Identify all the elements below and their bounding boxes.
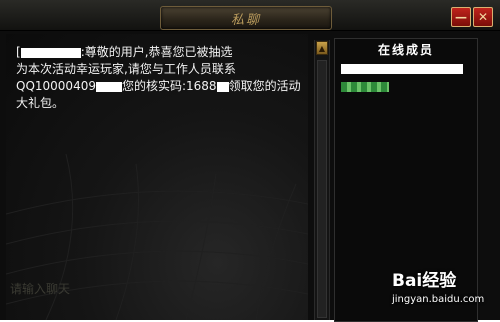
chat-scrollbar[interactable]: ▲ xyxy=(314,40,330,320)
message-line-4: 大礼包。 xyxy=(16,96,65,110)
triangle-up-icon[interactable]: ▲ xyxy=(316,41,328,55)
redacted-sender xyxy=(20,47,81,58)
message-line-3a: QQ10000409 xyxy=(16,79,96,93)
redacted-qq xyxy=(95,81,122,92)
close-button[interactable]: ✕ xyxy=(473,7,493,27)
private-chat-window: 私聊 — ✕ [:尊敬的用户,恭喜您已被抽选 为本次活动幸运玩家,请您与工作人员… xyxy=(0,0,500,322)
chat-input-hint[interactable]: 请输入聊天 xyxy=(10,280,70,297)
chat-message: [:尊敬的用户,恭喜您已被抽选 为本次活动幸运玩家,请您与工作人员联系 QQ10… xyxy=(16,44,306,112)
title-bar: 私聊 — ✕ xyxy=(0,0,500,31)
watermark-logo: Bai经验 xyxy=(392,271,457,291)
watermark-url: jingyan.baidu.com xyxy=(392,294,485,305)
title-plate: 私聊 xyxy=(160,6,332,30)
window-title: 私聊 xyxy=(230,13,261,28)
baidu-watermark: Bai经验 jingyan.baidu.com xyxy=(392,266,496,316)
message-line-2: 为本次活动幸运玩家,请您与工作人员联系 xyxy=(16,62,236,76)
minimize-button[interactable]: — xyxy=(451,7,471,27)
message-line-3c: 领取您的活动 xyxy=(228,79,301,93)
chat-message-area[interactable]: [:尊敬的用户,恭喜您已被抽选 为本次活动幸运玩家,请您与工作人员联系 QQ10… xyxy=(6,34,308,320)
members-header: 在线成员 xyxy=(377,43,434,57)
message-line-1: :尊敬的用户,恭喜您已被抽选 xyxy=(80,45,233,59)
member-item-pixelated[interactable] xyxy=(341,82,389,92)
scroll-thumb[interactable] xyxy=(317,60,327,318)
redacted-code xyxy=(216,81,229,92)
member-item-redacted[interactable] xyxy=(341,64,463,74)
message-line-3b: 您的核实码:1688 xyxy=(121,79,217,93)
